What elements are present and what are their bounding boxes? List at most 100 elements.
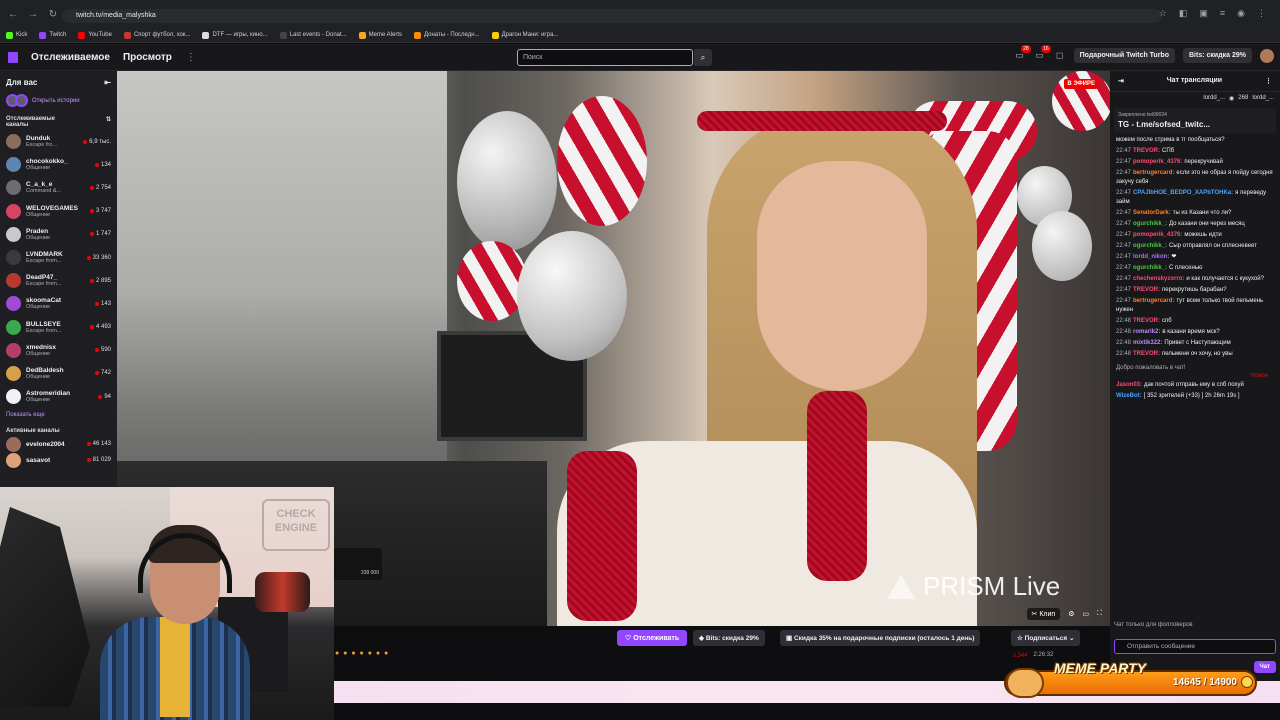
nav-following[interactable]: Отслеживаемое <box>31 52 110 63</box>
sidebar-channel[interactable]: skoomaCat Общение 143 <box>0 292 117 315</box>
chat-message: 22:48 TREVOR: спб <box>1116 317 1274 326</box>
chat-username[interactable]: bertrugercard: <box>1133 298 1174 304</box>
channel-category: Общение <box>26 373 51 380</box>
chat-username[interactable]: lordd_nikon: <box>1133 254 1169 260</box>
bookmark[interactable]: Last events - Donat... <box>279 31 347 39</box>
extension-icon[interactable]: ◧ <box>1179 8 1188 19</box>
sidebar-active-channel[interactable]: evelone2004 46 143 <box>0 436 117 452</box>
show-more-link[interactable]: Показать еще <box>0 408 117 422</box>
collapse-chat-icon[interactable]: ⇥ <box>1118 77 1124 85</box>
chat-username[interactable]: ogurchikk_: <box>1133 243 1167 249</box>
subscribe-button[interactable]: ☆ Подписаться ⌄ <box>1011 630 1081 646</box>
follow-button[interactable]: ♡ Отслеживать <box>617 630 688 646</box>
chat-timestamp: 22:47 <box>1116 287 1132 293</box>
top-user[interactable]: lordd_... <box>1252 95 1274 102</box>
more-icon[interactable]: ⋮ <box>186 52 196 63</box>
followed-section-header: Отслеживаемые каналы ⇅ <box>0 110 117 130</box>
whispers-icon[interactable]: ◻ <box>1054 50 1066 62</box>
bookmark[interactable]: Спорт футбол, хок... <box>123 31 190 39</box>
top-user[interactable]: lordd_... <box>1203 95 1225 102</box>
chat-username[interactable]: TREVOR: <box>1133 351 1160 357</box>
star-icon[interactable]: ☆ <box>1159 8 1167 19</box>
sidebar-channel[interactable]: C_a_k_e Command &... 2 754 <box>0 176 117 199</box>
channel-category: Общение <box>26 234 51 241</box>
sidebar-channel[interactable]: DeadP47_ Escape from... 2 895 <box>0 269 117 292</box>
chat-username[interactable]: TREVOR: <box>1133 148 1160 154</box>
sidebar-channel[interactable]: LVNDMARK Escape from... 33 360 <box>0 246 117 269</box>
channel-category: Escape fro... <box>26 142 57 149</box>
back-icon[interactable]: ← <box>8 9 18 20</box>
chat-username[interactable]: romarik2: <box>1133 329 1160 335</box>
followed-title: Отслеживаемые каналы <box>6 116 55 128</box>
sidebar-active-channel[interactable]: sasavot 81 029 <box>0 452 117 468</box>
chat-username[interactable]: SenatorDark: <box>1133 210 1171 216</box>
reload-icon[interactable]: ↻ <box>48 9 58 20</box>
chat-text: СПб <box>1162 148 1175 154</box>
channel-viewers: 81 029 <box>86 457 111 463</box>
turbo-button[interactable]: Подарочный Twitch Turbo <box>1073 48 1175 63</box>
sidebar-channel[interactable]: Praden Общение 1 747 <box>0 223 117 246</box>
bookmark[interactable]: DTF — игры, кино... <box>202 31 268 39</box>
sidebar-channel[interactable]: xmednisx Общение 590 <box>0 339 117 362</box>
chat-username[interactable]: CPAJIbHOE_BEDPO_XAPbTOHKa: <box>1133 190 1233 196</box>
sidebar-channel[interactable]: chocokokko_ Общение 134 <box>0 153 117 176</box>
kebab-icon[interactable]: ⋮ <box>1257 8 1266 19</box>
sidebar-channel[interactable]: Astromeridian Общение 94 <box>0 385 117 408</box>
chat-username[interactable]: pomoperik_4376: <box>1133 232 1182 238</box>
chat-input[interactable]: Отправить сообщение <box>1114 639 1276 654</box>
forward-icon[interactable]: → <box>28 9 38 20</box>
channel-viewers: 143 <box>94 301 111 307</box>
new-messages-label[interactable]: Новое <box>1116 373 1268 379</box>
inbox-icon[interactable]: ▭ 28 <box>1014 44 1031 62</box>
stories-button[interactable]: Открыть истории <box>0 91 117 110</box>
chat-username[interactable]: chechenskyzorro: <box>1133 276 1184 282</box>
meme-party-count: 14645 / 14900 <box>1173 677 1237 688</box>
bits-button[interactable]: Bits: скидка 29% <box>1183 48 1252 63</box>
twitch-logo-icon[interactable] <box>8 51 18 63</box>
clip-button[interactable]: ✂ Клип <box>1026 608 1061 620</box>
pinned-message[interactable]: Закреплено twi99024 TG - t.me/sofsed_twi… <box>1114 108 1276 133</box>
chat-username[interactable]: pomoperik_4376: <box>1133 159 1182 165</box>
bookmark[interactable]: Драгон Мани: игра... <box>491 31 558 39</box>
search-input[interactable]: Поиск <box>517 49 693 66</box>
profile-icon[interactable]: ◉ <box>1237 8 1245 19</box>
bookmark[interactable]: YouTube <box>78 31 112 39</box>
chat-username[interactable]: ogurchikk_: <box>1133 265 1167 271</box>
bits-discount-button[interactable]: ◆ Bits: скидка 29% <box>693 630 765 646</box>
nav-browse[interactable]: Просмотр <box>123 52 172 63</box>
chat-username[interactable]: mixtik322: <box>1133 340 1162 346</box>
theatre-icon[interactable]: ▭ <box>1082 610 1089 618</box>
bookmark[interactable]: Twitch <box>39 31 66 39</box>
sort-icon[interactable]: ⇅ <box>106 116 111 128</box>
chat-username[interactable]: WizeBot: <box>1116 393 1142 399</box>
webcam-figure <box>255 572 310 612</box>
avatar[interactable] <box>1260 48 1274 63</box>
channel-name: chocokokko_ <box>26 158 68 166</box>
sidebar-channel[interactable]: Dunduk Escape fro... 6,9 тыс. <box>0 130 117 153</box>
chat-settings-icon[interactable]: ⋮ <box>1265 77 1272 85</box>
search-icon[interactable]: ⌕ <box>694 49 712 66</box>
chat-message: 22:47 CPAJIbHOE_BEDPO_XAPbTOHKa: я перевед… <box>1116 189 1274 207</box>
channel-avatar <box>6 134 21 150</box>
address-bar[interactable]: twitch.tv/media_malyshka <box>62 9 1162 23</box>
chat-username[interactable]: ogurchikk_: <box>1133 221 1167 227</box>
notifications-icon[interactable]: ▭ 16 <box>1034 44 1051 62</box>
stories-label: Открыть истории <box>32 97 80 104</box>
fullscreen-icon[interactable]: ⛶ <box>1097 610 1102 618</box>
window-icon[interactable]: ▣ <box>1199 8 1208 19</box>
collapse-icon[interactable]: ⇤ <box>104 78 111 87</box>
sidebar-channel[interactable]: WELOVEGAMES Общение 3 747 <box>0 200 117 223</box>
chat-username[interactable]: TREVOR: <box>1133 318 1160 324</box>
sidebar-channel[interactable]: BULLSEYE Escape from... 4 493 <box>0 316 117 339</box>
sidebar-channel[interactable]: DedBaldesh Общение 742 <box>0 362 117 385</box>
live-dot-icon <box>94 301 99 306</box>
chat-username[interactable]: TREVOR: <box>1133 287 1160 293</box>
gift-subs-button[interactable]: ▣ Скидка 35% на подарочные подписки (ост… <box>780 630 981 646</box>
chat-username[interactable]: bertrugercard: <box>1133 170 1174 176</box>
settings-icon[interactable]: ⚙ <box>1068 610 1074 618</box>
chat-username[interactable]: Jason03: <box>1116 382 1142 388</box>
menu-icon[interactable]: ≡ <box>1220 8 1225 19</box>
bookmark[interactable]: Донаты - Последн... <box>414 31 480 39</box>
bookmark[interactable]: Kick <box>6 31 27 39</box>
bookmark[interactable]: Meme Alerts <box>358 31 402 39</box>
